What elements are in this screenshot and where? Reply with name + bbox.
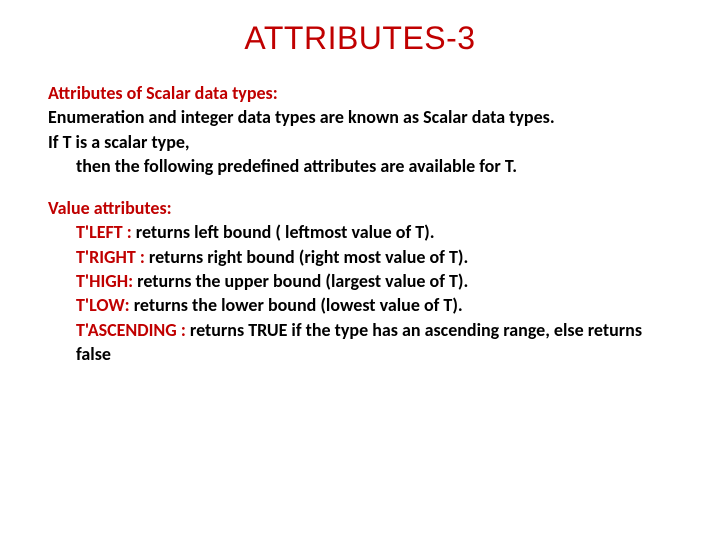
attr-item: T'RIGHT : returns right bound (right mos…	[76, 245, 672, 269]
value-attrs-heading: Value attributes:	[48, 196, 672, 220]
scalar-line-1: Enumeration and integer data types are k…	[48, 105, 672, 129]
attr-item: T'ASCENDING : returns TRUE if the type h…	[76, 318, 672, 367]
attr-text: returns the lower bound (lowest value of…	[130, 294, 463, 316]
attr-label: T'LOW:	[76, 294, 130, 316]
attr-label: T'ASCENDING :	[76, 319, 186, 341]
slide-title: ATTRIBUTES-3	[48, 20, 672, 57]
attr-label: T'RIGHT :	[76, 246, 145, 268]
attr-text: returns right bound (right most value of…	[145, 246, 468, 268]
attr-item: T'LOW: returns the lower bound (lowest v…	[76, 293, 672, 317]
scalar-heading: Attributes of Scalar data types:	[48, 81, 672, 105]
section-scalar-types: Attributes of Scalar data types: Enumera…	[48, 81, 672, 178]
slide-body: Attributes of Scalar data types: Enumera…	[48, 81, 672, 366]
attr-text: returns the upper bound (largest value o…	[133, 270, 468, 292]
slide: ATTRIBUTES-3 Attributes of Scalar data t…	[0, 0, 720, 540]
section-value-attributes: Value attributes: T'LEFT : returns left …	[48, 196, 672, 366]
attr-item: T'HIGH: returns the upper bound (largest…	[76, 269, 672, 293]
attr-label: T'LEFT :	[76, 221, 132, 243]
attr-label: T'HIGH:	[76, 270, 133, 292]
scalar-line-2: If T is a scalar type,	[48, 130, 672, 154]
value-attrs-list: T'LEFT : returns left bound ( leftmost v…	[48, 220, 672, 366]
attr-item: T'LEFT : returns left bound ( leftmost v…	[76, 220, 672, 244]
scalar-line-3: then the following predefined attributes…	[48, 154, 672, 178]
attr-text: returns left bound ( leftmost value of T…	[132, 221, 435, 243]
